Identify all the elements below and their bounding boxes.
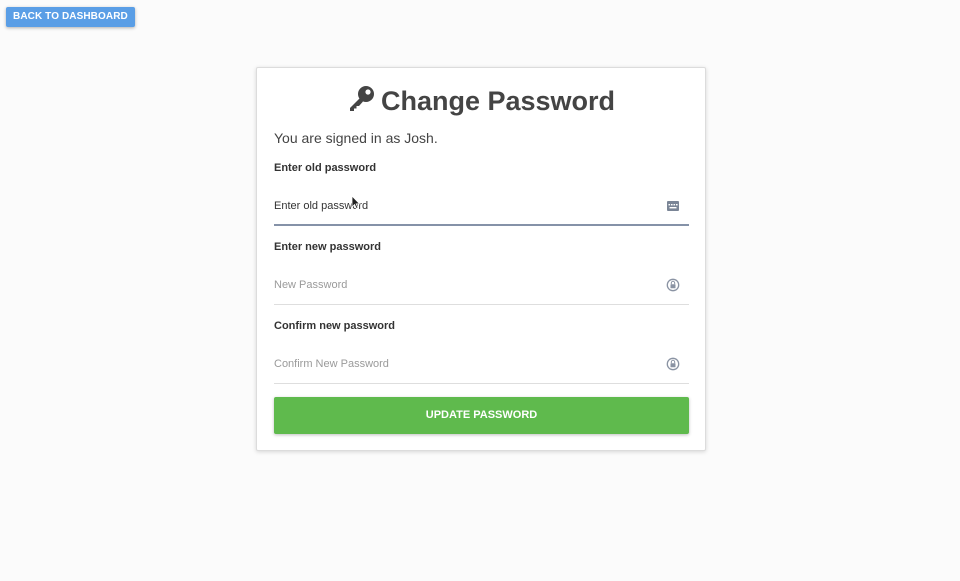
update-password-button[interactable]: UPDATE PASSWORD bbox=[274, 397, 689, 434]
new-password-field[interactable] bbox=[274, 267, 689, 305]
keyboard-icon[interactable] bbox=[666, 199, 680, 213]
signed-in-message: You are signed in as Josh. bbox=[274, 130, 438, 146]
change-password-card: Change Password You are signed in as Jos… bbox=[256, 67, 706, 451]
confirm-password-label: Confirm new password bbox=[274, 320, 396, 332]
confirm-password-input[interactable] bbox=[274, 352, 654, 376]
page-title-text: Change Password bbox=[380, 86, 616, 116]
confirm-password-field[interactable] bbox=[274, 346, 689, 384]
back-to-dashboard-button[interactable]: BACK TO DASHBOARD bbox=[6, 7, 135, 27]
new-password-label: Enter new password bbox=[274, 241, 381, 253]
old-password-input[interactable] bbox=[274, 194, 654, 218]
mouse-pointer-icon bbox=[351, 195, 361, 210]
new-password-input[interactable] bbox=[274, 273, 654, 297]
key-icon bbox=[349, 86, 374, 111]
old-password-label: Enter old password bbox=[274, 162, 377, 174]
lock-icon[interactable] bbox=[666, 357, 680, 371]
lock-icon[interactable] bbox=[666, 278, 680, 292]
page-title: Change Password bbox=[257, 85, 705, 117]
old-password-field[interactable] bbox=[274, 188, 689, 226]
